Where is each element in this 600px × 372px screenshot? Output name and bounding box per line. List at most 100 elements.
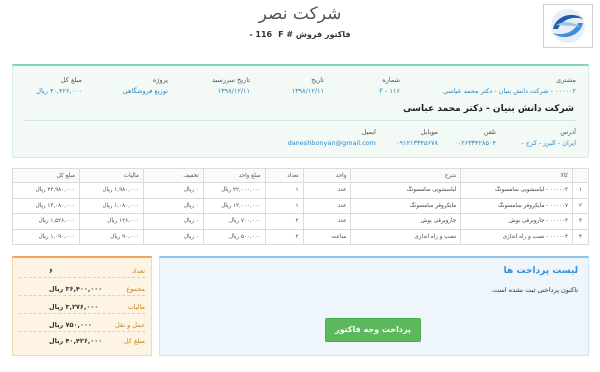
cell-total: ۱۳,۰۸۰,۰۰۰ ریال (12, 197, 80, 214)
mobile-value: ۰۹۱۲۱۳۳۴۵۶۷۸ (396, 139, 438, 147)
customer-heading: شرکت دانش بنیان - دکتر محمد عباسی (403, 104, 574, 114)
column-header: مالیات (78, 168, 144, 183)
divider (25, 120, 576, 121)
cell-unit-price: ۲۲,۰۰۰,۰۰۰ ریال (202, 182, 266, 199)
invoice-label: فاکتور فروش # 116 (255, 30, 351, 39)
shipping-value: ۷۵۰,۰۰۰ ریال (49, 321, 92, 329)
customer-link[interactable]: ۰۰۰۰۰۲ - شرکت دانش بنیان - دکتر محمد عبا… (443, 87, 576, 95)
totals-row-grand: مبلغ کل ۴۰,۴۲۶,۰۰۰ ریال (19, 334, 145, 348)
cell-quantity: ۲ (264, 213, 304, 230)
payments-panel: لیست پرداخت ها تاکنون پرداختی ثبت نشده ا… (159, 256, 589, 356)
cell-discount: ۰ ریال (142, 182, 204, 199)
grand-total-label: مبلغ کل (123, 337, 145, 345)
table-header-row: کالا شرح واحد تعداد مبلغ واحد تخفیف مالی… (12, 168, 589, 183)
cell-item: ۰۰۰۰۰۳ - جاروبرقی بوش (460, 213, 574, 230)
row-index: ۱ (572, 182, 589, 199)
customer-field: مشتری ۰۰۰۰۰۲ - شرکت دانش بنیان - دکتر مح… (443, 76, 576, 95)
email-link[interactable]: daneshbonyan@gmail.com (288, 139, 376, 147)
address-label: آدرس (560, 128, 576, 136)
cell-unit: ساعت (302, 228, 352, 245)
column-header: مبلغ واحد (202, 168, 266, 183)
address-value: ایران - البرز - کرج - (521, 139, 577, 147)
project-label: پروژه (152, 76, 168, 84)
column-header (572, 168, 589, 183)
shipping-label: حمل و نقل (115, 321, 145, 329)
due-date-label: تاریخ سررسید (212, 76, 250, 84)
table-row: ۳ ۰۰۰۰۰۳ - جاروبرقی بوش جاروبرقی بوش عدد… (12, 213, 589, 230)
mobile-field: موبایل ۰۹۱۲۱۳۳۴۵۶۷۸ (396, 128, 438, 147)
email-field: ایمیل daneshbonyan@gmail.com (288, 128, 376, 147)
row-index: ۴ (572, 228, 589, 245)
number-label: شماره (382, 76, 400, 84)
column-header: مبلغ کل (12, 168, 80, 183)
customer-info-panel: مشتری ۰۰۰۰۰۲ - شرکت دانش بنیان - دکتر مح… (12, 64, 589, 158)
sum-value: ۳۶,۴۰۰,۰۰۰ ریال (49, 285, 103, 293)
mobile-label: موبایل (420, 128, 438, 136)
tax-label: مالیات (127, 303, 145, 311)
cell-unit-price: ۷۰۰,۰۰۰ ریال (202, 213, 266, 230)
cell-description: نصب و راه اندازی (350, 228, 462, 245)
cell-tax: ۹۰,۰۰۰ ریال (78, 228, 144, 245)
sum-label: مجموع (126, 285, 145, 293)
invoice-header: شرکت نصر فاکتور فروش # 116F - (0, 0, 600, 58)
column-header: واحد (302, 168, 352, 183)
cell-tax: ۱۲۶,۰۰۰ ریال (78, 213, 144, 230)
table-row: ۲ ۰۰۰۰۰۷ - مایکروفر سامسونگ مایکروفر سام… (12, 197, 589, 214)
row-index: ۳ (572, 213, 589, 230)
column-header: تخفیف (142, 168, 204, 183)
grand-total-value: ۴۰,۴۲۶,۰۰۰ ریال (49, 337, 103, 345)
invoice-items-table: کالا شرح واحد تعداد مبلغ واحد تخفیف مالی… (12, 168, 589, 245)
date-value: ۱۳۹۸/۱۲/۱۱ (291, 87, 324, 95)
totals-row-count: تعداد ۶ (19, 264, 145, 278)
total-value: ۴۰,۴۲۶,۰۰۰ ریال (36, 87, 82, 95)
cell-discount: ۰ ریال (142, 228, 204, 245)
project-link[interactable]: توزیع فروشگاهی (123, 87, 168, 95)
cell-unit: عدد (302, 182, 352, 199)
total-label: مبلغ کل (60, 76, 82, 84)
payments-title: لیست پرداخت ها (503, 266, 578, 276)
cell-discount: ۰ ریال (142, 213, 204, 230)
cell-item: ۰۰۰۰۰۷ - مایکروفر سامسونگ (460, 197, 574, 214)
column-header: تعداد (264, 168, 304, 183)
company-name: شرکت نصر (258, 4, 342, 24)
count-value: ۶ (49, 267, 53, 275)
cell-total: ۲۳,۹۸۰,۰۰۰ ریال (12, 182, 80, 199)
cell-quantity: ۲ (264, 228, 304, 245)
due-date-value: ۱۳۹۸/۱۲/۱۱ (217, 87, 250, 95)
cell-total: ۱,۵۲۶,۰۰۰ ریال (12, 213, 80, 230)
table-row: ۱ ۰۰۰۰۰۳ - لباسشویی سامسونگ لباسشویی سام… (12, 182, 589, 199)
column-header: کالا (460, 168, 574, 183)
column-header: شرح (350, 168, 462, 183)
company-logo (543, 4, 593, 48)
cell-unit: عدد (302, 213, 352, 230)
project-field: پروژه توزیع فروشگاهی (123, 76, 168, 95)
cell-quantity: ۱ (264, 182, 304, 199)
cell-unit-price: ۱۲,۰۰۰,۰۰۰ ریال (202, 197, 266, 214)
cell-quantity: ۱ (264, 197, 304, 214)
number-value: ۱۱۶ - F (379, 87, 400, 95)
cell-description: مایکروفر سامسونگ (350, 197, 462, 214)
cell-description: لباسشویی سامسونگ (350, 182, 462, 199)
count-label: تعداد (131, 267, 145, 275)
table-row: ۴ ۰۰۰۰۰۴ - نصب و راه اندازی نصب و راه ان… (12, 228, 589, 245)
cell-discount: ۰ ریال (142, 197, 204, 214)
invoice-number-title: فاکتور فروش # 116F - (200, 30, 400, 39)
cell-tax: ۱,۹۸۰,۰۰۰ ریال (78, 182, 144, 199)
total-field: مبلغ کل ۴۰,۴۲۶,۰۰۰ ریال (36, 76, 82, 95)
cell-item: ۰۰۰۰۰۳ - لباسشویی سامسونگ (460, 182, 574, 199)
phone-field: تلفن ۰۲۶۳۳۴۲۸۵۰۴ (458, 128, 496, 147)
date-label: تاریخ (311, 76, 324, 84)
email-label: ایمیل (361, 128, 376, 136)
phone-value: ۰۲۶۳۳۴۲۸۵۰۴ (457, 139, 496, 147)
payments-empty-text: تاکنون پرداختی ثبت نشده است. (490, 286, 578, 294)
cell-unit-price: ۵۰۰,۰۰۰ ریال (202, 228, 266, 245)
pay-invoice-button[interactable]: پرداخت وجه فاکتور (325, 318, 421, 342)
phone-label: تلفن (483, 128, 496, 136)
cell-item: ۰۰۰۰۰۴ - نصب و راه اندازی (460, 228, 574, 245)
cell-unit: عدد (302, 197, 352, 214)
totals-row-sum: مجموع ۳۶,۴۰۰,۰۰۰ ریال (19, 282, 145, 296)
cell-total: ۱,۰۹۰,۰۰۰ ریال (12, 228, 80, 245)
address-field: آدرس ایران - البرز - کرج - (522, 128, 577, 147)
customer-label: مشتری (556, 76, 576, 84)
row-index: ۲ (572, 197, 589, 214)
